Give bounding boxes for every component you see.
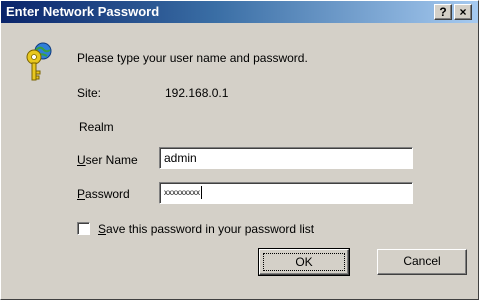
save-password-label[interactable]: Save this password in your password list (98, 222, 314, 237)
username-label-accel: U (77, 153, 86, 167)
password-label: Password (77, 187, 130, 202)
window-title: Enter Network Password (6, 4, 160, 19)
cancel-button[interactable]: Cancel (377, 249, 467, 275)
ok-button[interactable]: OK (258, 248, 350, 276)
password-value: xxxxxxxxx (164, 188, 200, 197)
network-password-dialog: Enter Network Password ? × Please type y… (0, 0, 479, 300)
save-password-checkbox[interactable] (77, 222, 90, 235)
prompt-text: Please type your user name and password. (77, 51, 308, 65)
site-value: 192.168.0.1 (165, 86, 229, 100)
ok-button-label: OK (263, 253, 345, 271)
password-label-rest: assword (85, 187, 130, 201)
save-password-label-rest: ave this password in your password list (106, 222, 315, 236)
password-label-accel: P (77, 187, 86, 201)
username-input[interactable]: admin (159, 147, 413, 169)
key-icon (26, 42, 52, 81)
title-bar[interactable]: Enter Network Password ? × (1, 1, 478, 23)
username-value: admin (164, 151, 197, 165)
save-password-label-accel: S (98, 222, 107, 236)
username-label-rest: ser Name (85, 153, 138, 167)
text-caret (201, 186, 202, 199)
close-button[interactable]: × (454, 4, 472, 20)
username-label: User Name (77, 153, 138, 168)
site-label: Site: (77, 86, 102, 100)
help-button[interactable]: ? (434, 4, 452, 20)
password-input[interactable]: xxxxxxxxx (159, 182, 413, 204)
realm-label: Realm (79, 120, 114, 134)
